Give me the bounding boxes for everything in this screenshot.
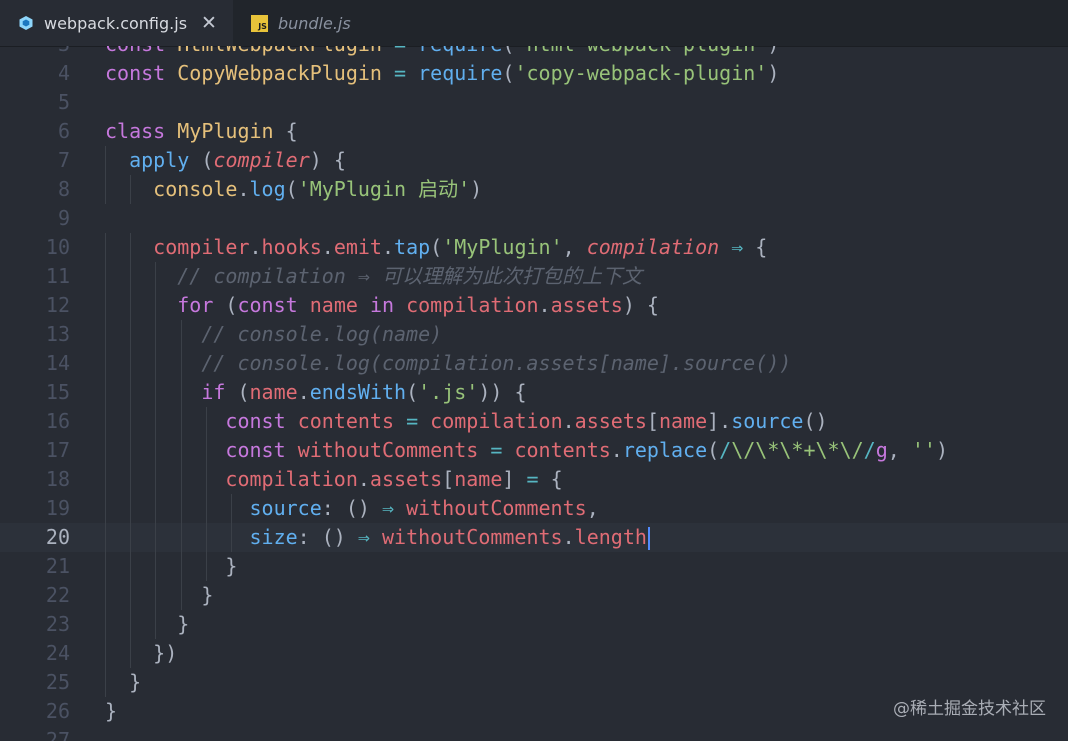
code-line[interactable]: 17 const withoutComments = contents.repl… <box>0 436 1068 465</box>
line-number: 5 <box>57 90 70 114</box>
code-text: if (name.endsWith('.js')) { <box>201 380 527 404</box>
tab-webpack-config[interactable]: webpack.config.js ✕ <box>0 0 233 46</box>
line-number: 15 <box>45 380 70 404</box>
tab-bundle[interactable]: JS bundle.js <box>233 0 367 46</box>
line-number: 27 <box>45 728 70 741</box>
line-number: 4 <box>57 61 70 85</box>
code-line[interactable]: 18 compilation.assets[name] = { <box>0 465 1068 494</box>
line-number: 24 <box>45 641 70 665</box>
code-line[interactable]: 6 class MyPlugin { <box>0 117 1068 146</box>
line-number: 8 <box>57 177 70 201</box>
line-number: 17 <box>45 438 70 462</box>
line-number: 14 <box>45 351 70 375</box>
code-text: // compilation ⇒ 可以理解为此次打包的上下文 <box>177 264 642 288</box>
code-line[interactable]: 10 compiler.hooks.emit.tap('MyPlugin', c… <box>0 233 1068 262</box>
code-line[interactable]: 25 } <box>0 668 1068 697</box>
line-number: 7 <box>57 148 70 172</box>
code-text: const withoutComments = contents.replace… <box>225 438 948 462</box>
code-text: const HtmlWebpackPlugin = require('html-… <box>105 46 779 59</box>
code-text: source: () ⇒ withoutComments, <box>249 496 599 520</box>
code-line[interactable]: 19 source: () ⇒ withoutComments, <box>0 494 1068 523</box>
line-number: 16 <box>45 409 70 433</box>
code-text: class MyPlugin { <box>105 119 298 143</box>
code-text: } <box>105 670 142 694</box>
code-text: } <box>105 699 118 723</box>
line-number: 9 <box>57 206 70 230</box>
code-line[interactable]: 9 <box>0 204 1068 233</box>
js-file-icon: JS <box>250 14 268 32</box>
code-line[interactable]: 20 size: () ⇒ withoutComments.length <box>0 523 1068 552</box>
code-text: const CopyWebpackPlugin = require('copy-… <box>105 61 780 85</box>
line-number: 26 <box>45 699 70 723</box>
code-text: }) <box>105 641 178 665</box>
code-text: compilation.assets[name] = { <box>225 467 563 491</box>
line-number: 6 <box>57 119 70 143</box>
code-text: // console.log(name) <box>201 322 443 346</box>
code-text: } <box>105 583 214 607</box>
line-number: 3 <box>0 46 70 59</box>
code-line[interactable]: 21 } <box>0 552 1068 581</box>
code-text: } <box>105 554 238 578</box>
line-number: 25 <box>45 670 70 694</box>
watermark: @稀土掘金技术社区 <box>893 699 1046 719</box>
tab-bar: webpack.config.js ✕ JS bundle.js <box>0 0 1068 47</box>
code-line[interactable]: 16 const contents = compilation.assets[n… <box>0 407 1068 436</box>
code-text: console.log('MyPlugin 启动') <box>153 177 483 201</box>
code-line[interactable]: 24 }) <box>0 639 1068 668</box>
tab-label: bundle.js <box>277 13 351 33</box>
line-number: 21 <box>45 554 70 578</box>
code-line[interactable]: 22 } <box>0 581 1068 610</box>
code-line[interactable]: 5 <box>0 88 1068 117</box>
line-number: 10 <box>45 235 70 259</box>
code-line[interactable]: 14 // console.log(compilation.assets[nam… <box>0 349 1068 378</box>
line-number: 23 <box>45 612 70 636</box>
line-number: 22 <box>45 583 70 607</box>
code-text: // console.log(compilation.assets[name].… <box>201 351 792 375</box>
code-text: for (const name in compilation.assets) { <box>177 293 659 317</box>
line-number: 11 <box>45 264 70 288</box>
code-text: } <box>105 612 190 636</box>
text-cursor <box>647 527 650 550</box>
code-line[interactable]: 13 // console.log(name) <box>0 320 1068 349</box>
code-line[interactable]: 15 if (name.endsWith('.js')) { <box>0 378 1068 407</box>
code-line[interactable]: 8 console.log('MyPlugin 启动') <box>0 175 1068 204</box>
line-number: 20 <box>45 525 70 549</box>
tab-label: webpack.config.js <box>44 13 188 33</box>
code-text: size: () ⇒ withoutComments.length <box>105 523 650 552</box>
code-text: const contents = compilation.assets[name… <box>225 409 828 433</box>
code-text: apply (compiler) { <box>129 148 346 172</box>
code-line[interactable]: 12 for (const name in compilation.assets… <box>0 291 1068 320</box>
line-number: 13 <box>45 322 70 346</box>
code-text: compiler.hooks.emit.tap('MyPlugin', comp… <box>153 235 768 259</box>
line-number: 18 <box>45 467 70 491</box>
code-line[interactable]: 11 // compilation ⇒ 可以理解为此次打包的上下文 <box>0 262 1068 291</box>
code-line[interactable]: 3 const HtmlWebpackPlugin = require('html… <box>0 46 1068 59</box>
line-number: 19 <box>45 496 70 520</box>
code-lines: 3 const HtmlWebpackPlugin = require('html… <box>0 46 1068 741</box>
code-line[interactable]: 23 } <box>0 610 1068 639</box>
code-line[interactable]: 27 <box>0 726 1068 741</box>
close-icon[interactable]: ✕ <box>201 12 217 34</box>
line-number: 12 <box>45 293 70 317</box>
code-line[interactable]: 4 const CopyWebpackPlugin = require('copy… <box>0 59 1068 88</box>
webpack-icon <box>19 16 33 30</box>
code-line[interactable]: 7 apply (compiler) { <box>0 146 1068 175</box>
code-editor[interactable]: 3 const HtmlWebpackPlugin = require('html… <box>0 46 1068 741</box>
